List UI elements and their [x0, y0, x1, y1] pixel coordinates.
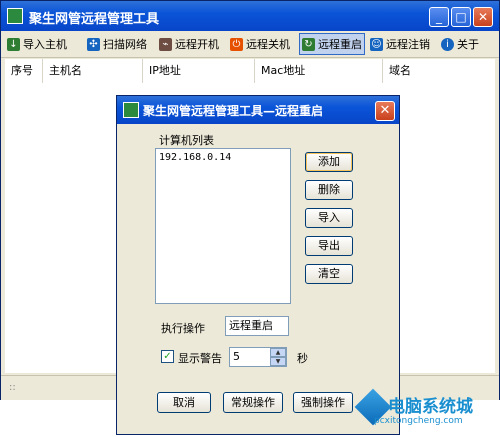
column-header-index[interactable]: 序号	[5, 59, 43, 83]
computer-list-label: 计算机列表	[159, 134, 214, 147]
close-button[interactable]: ✕	[473, 7, 493, 27]
restart-icon: ↻	[302, 37, 315, 51]
scan-icon: ✣	[87, 37, 100, 51]
watermark-text: 电脑系统城	[388, 397, 473, 417]
host-list-header: 序号 主机名 IP地址 Mac地址 域名	[5, 59, 495, 84]
stepper-up-icon[interactable]: ▲	[270, 348, 286, 357]
app-icon	[123, 102, 139, 118]
toolbar-label: 关于	[457, 38, 479, 51]
column-header-domain[interactable]: 域名	[383, 59, 495, 83]
status-grip: ::	[9, 382, 16, 393]
maximize-button[interactable]: □	[451, 7, 471, 27]
toolbar-restart-button[interactable]: ↻ 远程重启	[299, 33, 365, 55]
watermark: 电脑系统城 pcxitongcheng.com	[354, 388, 500, 437]
toolbar-label: 远程开机	[175, 38, 219, 51]
logoff-icon: ☺	[370, 37, 383, 51]
clear-button[interactable]: 清空	[305, 264, 353, 284]
cancel-button[interactable]: 取消	[157, 392, 211, 413]
power-on-icon: ⌁	[159, 37, 172, 51]
computer-listbox[interactable]: 192.168.0.14	[155, 148, 291, 304]
operation-label: 执行操作	[161, 322, 205, 335]
main-titlebar[interactable]: 聚生网管远程管理工具 _ □ ✕	[1, 1, 499, 31]
watermark-url: pcxitongcheng.com	[374, 416, 463, 426]
dialog-title: 聚生网管远程管理工具—远程重启	[143, 104, 324, 118]
toolbar-power-on-button[interactable]: ⌁ 远程开机	[159, 35, 219, 53]
list-item[interactable]: 192.168.0.14	[159, 152, 287, 163]
warning-seconds-stepper[interactable]: 5 ▲ ▼	[229, 347, 287, 367]
toolbar-shutdown-button[interactable]: ⏻ 远程关机	[230, 35, 290, 53]
import-icon: ↓	[7, 37, 20, 51]
toolbar-about-button[interactable]: i 关于	[441, 35, 479, 53]
export-button[interactable]: 导出	[305, 236, 353, 256]
seconds-unit: 秒	[297, 352, 308, 365]
import-button[interactable]: 导入	[305, 208, 353, 228]
force-operation-button[interactable]: 强制操作	[293, 392, 353, 413]
toolbar: ↓ 导入主机 ✣ 扫描网络 ⌁ 远程开机 ⏻ 远程关机 ↻ 远程重启 ☺ 远程注…	[1, 31, 499, 58]
minimize-button[interactable]: _	[429, 7, 449, 27]
stepper-down-icon[interactable]: ▼	[270, 357, 286, 366]
column-header-hostname[interactable]: 主机名	[43, 59, 143, 83]
dialog-titlebar[interactable]: 聚生网管远程管理工具—远程重启 ✕	[117, 96, 399, 124]
info-icon: i	[441, 37, 454, 51]
toolbar-label: 扫描网络	[103, 38, 147, 51]
main-title: 聚生网管远程管理工具	[29, 12, 160, 27]
restart-dialog: 聚生网管远程管理工具—远程重启 ✕ 计算机列表 192.168.0.14 添加 …	[116, 95, 400, 435]
column-header-mac[interactable]: Mac地址	[255, 59, 383, 83]
add-button[interactable]: 添加	[305, 152, 353, 172]
toolbar-label: 远程关机	[246, 38, 290, 51]
app-icon	[7, 8, 23, 24]
shutdown-icon: ⏻	[230, 37, 243, 51]
delete-button[interactable]: 删除	[305, 180, 353, 200]
show-warning-checkbox[interactable]: ✓	[161, 350, 174, 363]
operation-field[interactable]: 远程重启	[225, 316, 289, 336]
toolbar-logoff-button[interactable]: ☺ 远程注销	[370, 35, 430, 53]
toolbar-scan-button[interactable]: ✣ 扫描网络	[87, 35, 147, 53]
toolbar-label: 导入主机	[23, 38, 67, 51]
warning-seconds-value: 5	[233, 350, 240, 363]
toolbar-import-button[interactable]: ↓ 导入主机	[7, 35, 67, 53]
show-warning-label: 显示警告	[178, 352, 222, 365]
column-header-ip[interactable]: IP地址	[143, 59, 255, 83]
toolbar-label: 远程重启	[318, 38, 362, 51]
normal-operation-button[interactable]: 常规操作	[223, 392, 283, 413]
toolbar-label: 远程注销	[386, 38, 430, 51]
dialog-close-button[interactable]: ✕	[375, 101, 395, 121]
